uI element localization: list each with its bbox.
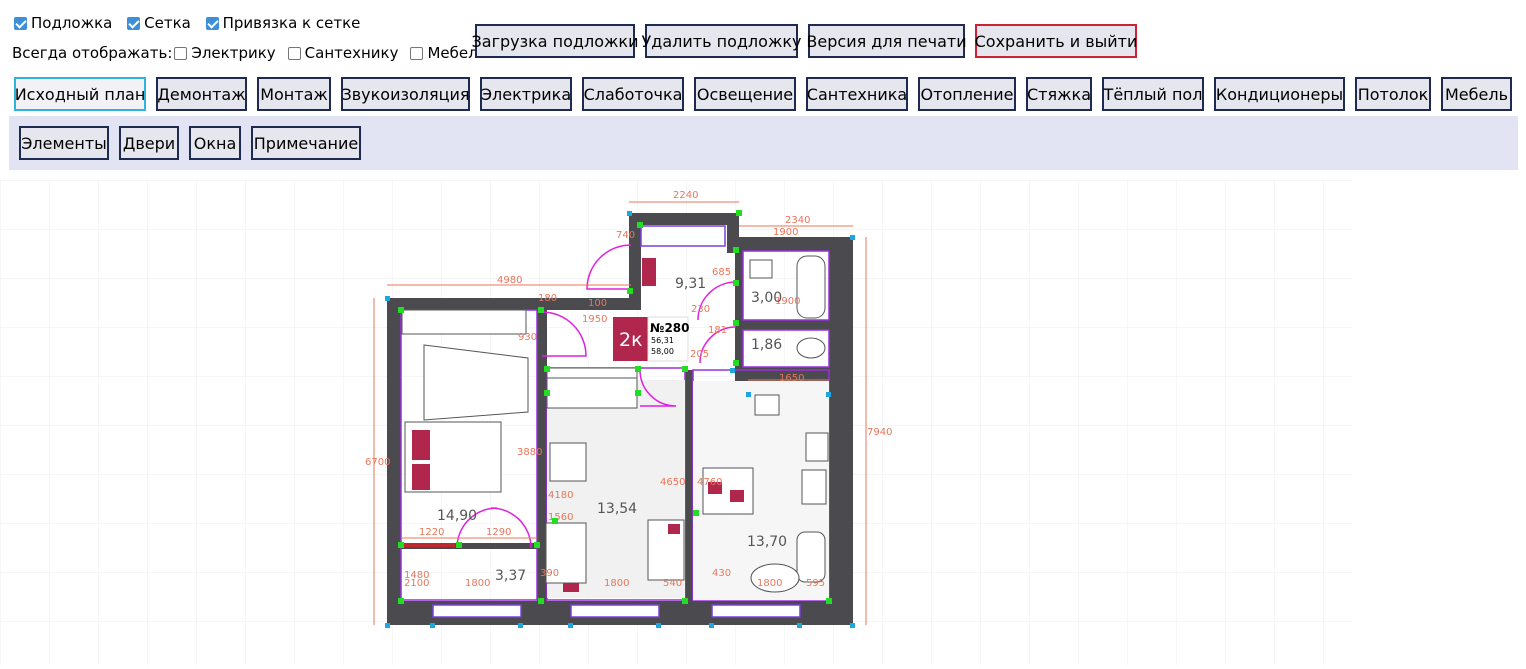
electrics-checkbox[interactable] (174, 46, 188, 60)
dim-label: 2100 (404, 578, 429, 589)
apartment-area-1: 56,31 (651, 336, 674, 345)
room-area: 1,86 (751, 337, 782, 353)
tab-demolition[interactable]: Демонтаж (156, 77, 247, 111)
tab-soundproofing[interactable]: Звукоизоляция (341, 77, 470, 111)
tab-heating[interactable]: Отопление (918, 77, 1016, 111)
tab-low-current[interactable]: Слаботочка (582, 77, 684, 111)
dim-label: 740 (616, 230, 635, 241)
dim-label: 205 (690, 349, 709, 360)
underlay-toggle[interactable]: Подложка (14, 14, 112, 32)
dim-label: 4650 (660, 477, 685, 488)
dim-label: 3880 (517, 447, 542, 458)
tab-heated-floor[interactable]: Тёплый пол (1102, 77, 1204, 111)
room-area: 3,00 (751, 290, 782, 306)
dim-label: 1290 (486, 527, 511, 538)
dim-label: 2340 (785, 215, 810, 226)
dim-label: 390 (540, 568, 559, 579)
print-version-button[interactable]: Версия для печати (806, 24, 967, 58)
dim-label: 230 (691, 304, 710, 315)
apartment-badge: 2к №280 56,31 58,00 (613, 316, 690, 362)
room-area: 9,31 (675, 276, 706, 292)
dim-label: 7940 (867, 427, 892, 438)
dim-label: 1950 (582, 314, 607, 325)
underlay-checkbox[interactable] (14, 16, 27, 30)
save-exit-button[interactable]: Сохранить и выйти (975, 24, 1137, 58)
floor-plan[interactable]: 2240 2340 1900 740 685 4980 100 180 1950… (0, 180, 1352, 665)
tab-mounting[interactable]: Монтаж (257, 77, 331, 111)
windows-button[interactable]: Окна (189, 126, 241, 160)
always-show-row: Всегда отображать: Электрику Сантехнику … (12, 44, 499, 62)
doors-button[interactable]: Двери (119, 126, 179, 160)
room-area: 3,37 (495, 568, 526, 584)
display-toggles: Подложка Сетка Привязка к сетке (14, 14, 370, 34)
grid-checkbox[interactable] (127, 16, 141, 30)
plumbing-toggle[interactable]: Сантехнику (287, 44, 398, 62)
room-area: 14,90 (437, 508, 477, 524)
room-area: 13,70 (747, 534, 787, 550)
dim-label: 1650 (779, 373, 804, 384)
dim-label: 685 (712, 267, 731, 278)
dim-label: 930 (518, 332, 537, 343)
furniture-checkbox[interactable] (410, 46, 424, 60)
delete-underlay-button[interactable]: Удалить подложку (642, 24, 801, 58)
dim-label: 1560 (548, 512, 573, 523)
dim-label: 1900 (773, 227, 798, 238)
apartment-number: №280 (650, 321, 690, 335)
note-button[interactable]: Примечание (251, 126, 361, 160)
tab-air-conditioners[interactable]: Кондиционеры (1214, 77, 1345, 111)
apartment-area-2: 58,00 (651, 347, 674, 356)
tab-screed[interactable]: Стяжка (1026, 77, 1092, 111)
tab-furniture[interactable]: Мебель (1441, 77, 1512, 111)
always-show-label: Всегда отображать: (12, 44, 173, 62)
dim-label: 1800 (604, 578, 629, 589)
snap-toggle[interactable]: Привязка к сетке (205, 14, 360, 32)
dim-label: 4760 (697, 477, 722, 488)
dim-label: 6700 (365, 457, 390, 468)
snap-checkbox[interactable] (205, 16, 219, 30)
dim-label: 1220 (419, 527, 444, 538)
dim-label: 180 (538, 293, 557, 304)
dim-label: 430 (712, 568, 731, 579)
grid-toggle[interactable]: Сетка (127, 14, 191, 32)
dim-label: 1800 (757, 578, 782, 589)
dim-label: 4980 (497, 275, 522, 286)
electrics-toggle[interactable]: Электрику (174, 44, 276, 62)
tab-initial-plan[interactable]: Исходный план (14, 77, 146, 111)
dim-label: 4180 (548, 490, 573, 501)
dim-label: 1800 (465, 578, 490, 589)
tab-lighting[interactable]: Освещение (694, 77, 796, 111)
dim-label: 2240 (673, 190, 698, 201)
tab-ceiling[interactable]: Потолок (1355, 77, 1431, 111)
badge-text: 2к (619, 329, 643, 351)
tab-electrics[interactable]: Электрика (480, 77, 572, 111)
room-area: 13,54 (597, 501, 637, 517)
dim-label: 100 (588, 298, 607, 309)
load-underlay-button[interactable]: Загрузка подложки (472, 24, 638, 58)
elements-button[interactable]: Элементы (19, 126, 109, 160)
dim-label: 181 (708, 325, 727, 336)
dim-label: 595 (806, 578, 825, 589)
plumbing-checkbox[interactable] (287, 46, 301, 60)
dim-label: 540 (663, 578, 682, 589)
tab-plumbing[interactable]: Сантехника (806, 77, 908, 111)
plan-canvas[interactable]: 2240 2340 1900 740 685 4980 100 180 1950… (0, 180, 1352, 665)
